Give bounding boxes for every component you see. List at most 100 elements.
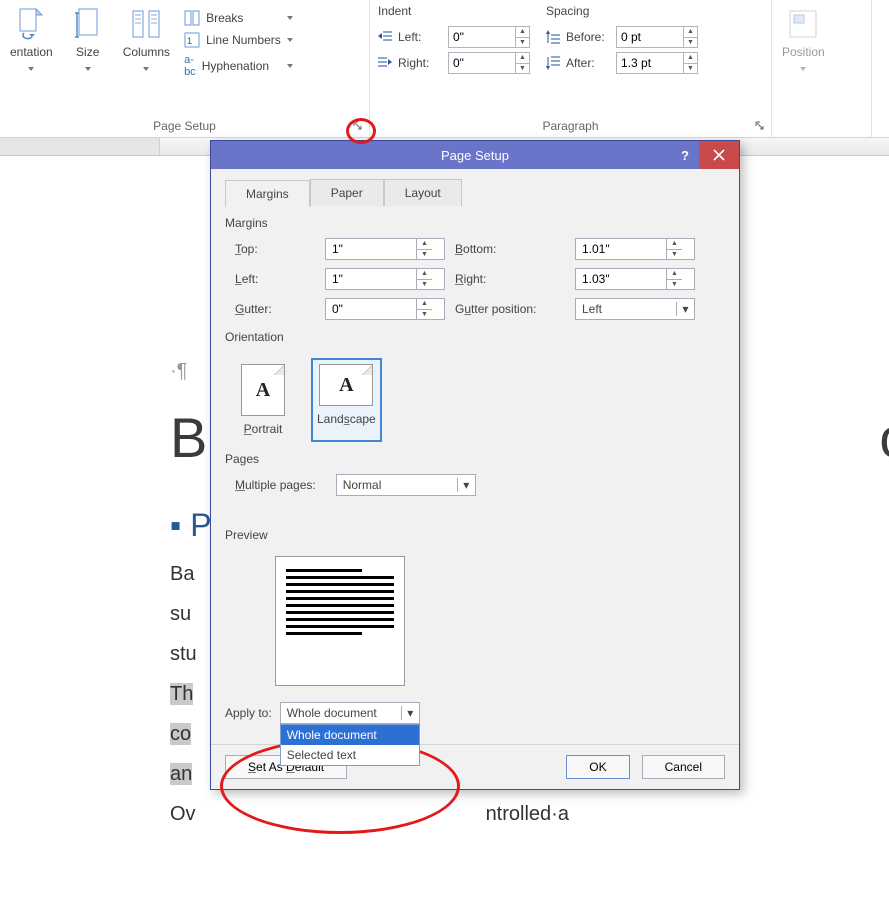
- apply-to-label: Apply to:: [225, 706, 272, 720]
- size-button[interactable]: Size: [63, 4, 113, 73]
- preview-thumbnail: [275, 556, 405, 686]
- spacing-after-icon: [544, 54, 562, 72]
- gutter-label: Gutter:: [235, 302, 315, 316]
- spinner-down-icon[interactable]: ▼: [516, 64, 529, 74]
- indent-right-label: Right:: [398, 56, 444, 70]
- indent-right-icon: [376, 54, 394, 72]
- spacing-before-input[interactable]: ▲▼: [616, 26, 698, 48]
- margin-left-input[interactable]: ▲▼: [325, 268, 445, 290]
- apply-to-combo[interactable]: Whole document▾: [280, 702, 420, 724]
- margin-top-label: Top:: [235, 242, 315, 256]
- tab-margins[interactable]: Margins: [225, 180, 310, 207]
- indent-right-input[interactable]: ▲▼: [448, 52, 530, 74]
- multiple-pages-combo[interactable]: Normal▾: [336, 474, 476, 496]
- close-button[interactable]: [699, 141, 739, 169]
- orientation-icon: [13, 6, 49, 42]
- chevron-down-icon: [28, 67, 34, 71]
- hyphenation-icon: a-bc: [184, 54, 196, 78]
- margin-bottom-input[interactable]: ▲▼: [575, 238, 695, 260]
- columns-button[interactable]: Columns: [119, 4, 174, 73]
- landscape-label: Landscape: [317, 412, 376, 426]
- tab-paper[interactable]: Paper: [310, 179, 384, 206]
- gutter-position-label: Gutter position:: [455, 302, 565, 316]
- position-button[interactable]: Position: [778, 4, 829, 73]
- chevron-down-icon: [143, 67, 149, 71]
- group-page-setup: entation Size Columns Break: [0, 0, 370, 137]
- group-arrange: Position: [772, 0, 872, 137]
- page-setup-dialog-launcher[interactable]: [351, 119, 365, 133]
- cancel-button[interactable]: Cancel: [642, 755, 725, 779]
- group-label-arrange: [778, 115, 865, 135]
- ok-button[interactable]: OK: [566, 755, 629, 779]
- tab-layout[interactable]: Layout: [384, 179, 462, 206]
- apply-option-selected-text[interactable]: Selected text: [281, 745, 419, 765]
- landscape-option[interactable]: A Landscape: [311, 358, 382, 442]
- spinner-down-icon[interactable]: ▼: [684, 64, 697, 74]
- dialog-titlebar[interactable]: Page Setup ?: [211, 141, 739, 169]
- chevron-down-icon: [287, 38, 293, 42]
- margin-bottom-label: Bottom:: [455, 242, 565, 256]
- portrait-option[interactable]: A Portrait: [235, 358, 291, 442]
- help-button[interactable]: ?: [671, 141, 699, 169]
- margin-left-label: Left:: [235, 272, 315, 286]
- position-icon: [785, 6, 821, 42]
- chevron-down-icon: ▾: [401, 706, 419, 720]
- group-label-paragraph: Paragraph: [376, 115, 765, 135]
- chevron-down-icon: [800, 67, 806, 71]
- title-frag-left: B: [170, 406, 207, 469]
- page-setup-dialog: Page Setup ? Margins Paper Layout Margin…: [210, 140, 740, 790]
- svg-text:1: 1: [187, 36, 192, 46]
- tab-strip: Margins Paper Layout: [225, 179, 725, 206]
- multiple-pages-label: Multiple pages:: [235, 478, 316, 492]
- title-frag-right: ous¶: [879, 406, 889, 469]
- apply-to-dropdown-list: Whole document Selected text: [280, 724, 420, 766]
- chevron-down-icon: [287, 16, 293, 20]
- portrait-label: Portrait: [244, 422, 283, 436]
- hyphenation-label: Hyphenation: [202, 59, 269, 73]
- spinner-down-icon[interactable]: ▼: [516, 38, 529, 48]
- chevron-down-icon: ▾: [457, 478, 475, 492]
- dialog-title: Page Setup: [441, 148, 509, 163]
- apply-option-whole-document[interactable]: Whole document: [281, 725, 419, 745]
- group-label-page-setup: Page Setup: [6, 115, 363, 135]
- preview-section-header: Preview: [225, 518, 725, 550]
- breaks-button[interactable]: Breaks: [180, 8, 297, 28]
- indent-left-label: Left:: [398, 30, 444, 44]
- paragraph-dialog-launcher[interactable]: [753, 119, 767, 133]
- columns-label: Columns: [123, 46, 170, 59]
- orientation-button[interactable]: entation: [6, 4, 57, 73]
- margins-section-header: Margins: [225, 206, 725, 238]
- spacing-after-input[interactable]: ▲▼: [616, 52, 698, 74]
- page-size-icon: [70, 6, 106, 42]
- breaks-icon: [184, 10, 200, 26]
- breaks-label: Breaks: [206, 11, 243, 25]
- margin-top-input[interactable]: ▲▼: [325, 238, 445, 260]
- spacing-after-label: After:: [566, 56, 612, 70]
- spinner-up-icon[interactable]: ▲: [684, 53, 697, 64]
- hyphenation-button[interactable]: a-bc Hyphenation: [180, 52, 297, 80]
- line-numbers-label: Line Numbers: [206, 33, 281, 47]
- gutter-input[interactable]: ▲▼: [325, 298, 445, 320]
- pages-section-header: Pages: [225, 442, 725, 474]
- chevron-down-icon: ▾: [676, 302, 694, 316]
- spinner-up-icon[interactable]: ▲: [516, 27, 529, 38]
- margin-right-input[interactable]: ▲▼: [575, 268, 695, 290]
- spacing-before-icon: [544, 28, 562, 46]
- spinner-up-icon[interactable]: ▲: [684, 27, 697, 38]
- margin-right-label: Right:: [455, 272, 565, 286]
- spinner-up-icon[interactable]: ▲: [516, 53, 529, 64]
- group-paragraph: Indent Left: ▲▼ Right: ▲▼ Spacing: [370, 0, 772, 137]
- spacing-before-label: Before:: [566, 30, 612, 44]
- position-label: Position: [782, 46, 825, 59]
- chevron-down-icon: [287, 64, 293, 68]
- chevron-down-icon: [85, 67, 91, 71]
- orientation-label: entation: [10, 46, 53, 59]
- spinner-down-icon[interactable]: ▼: [684, 38, 697, 48]
- gutter-position-combo[interactable]: Left▾: [575, 298, 695, 320]
- line-numbers-button[interactable]: 1 Line Numbers: [180, 30, 297, 50]
- indent-left-input[interactable]: ▲▼: [448, 26, 530, 48]
- indent-left-icon: [376, 28, 394, 46]
- orientation-section-header: Orientation: [225, 320, 725, 352]
- spacing-header: Spacing: [544, 4, 698, 18]
- columns-icon: [128, 6, 164, 42]
